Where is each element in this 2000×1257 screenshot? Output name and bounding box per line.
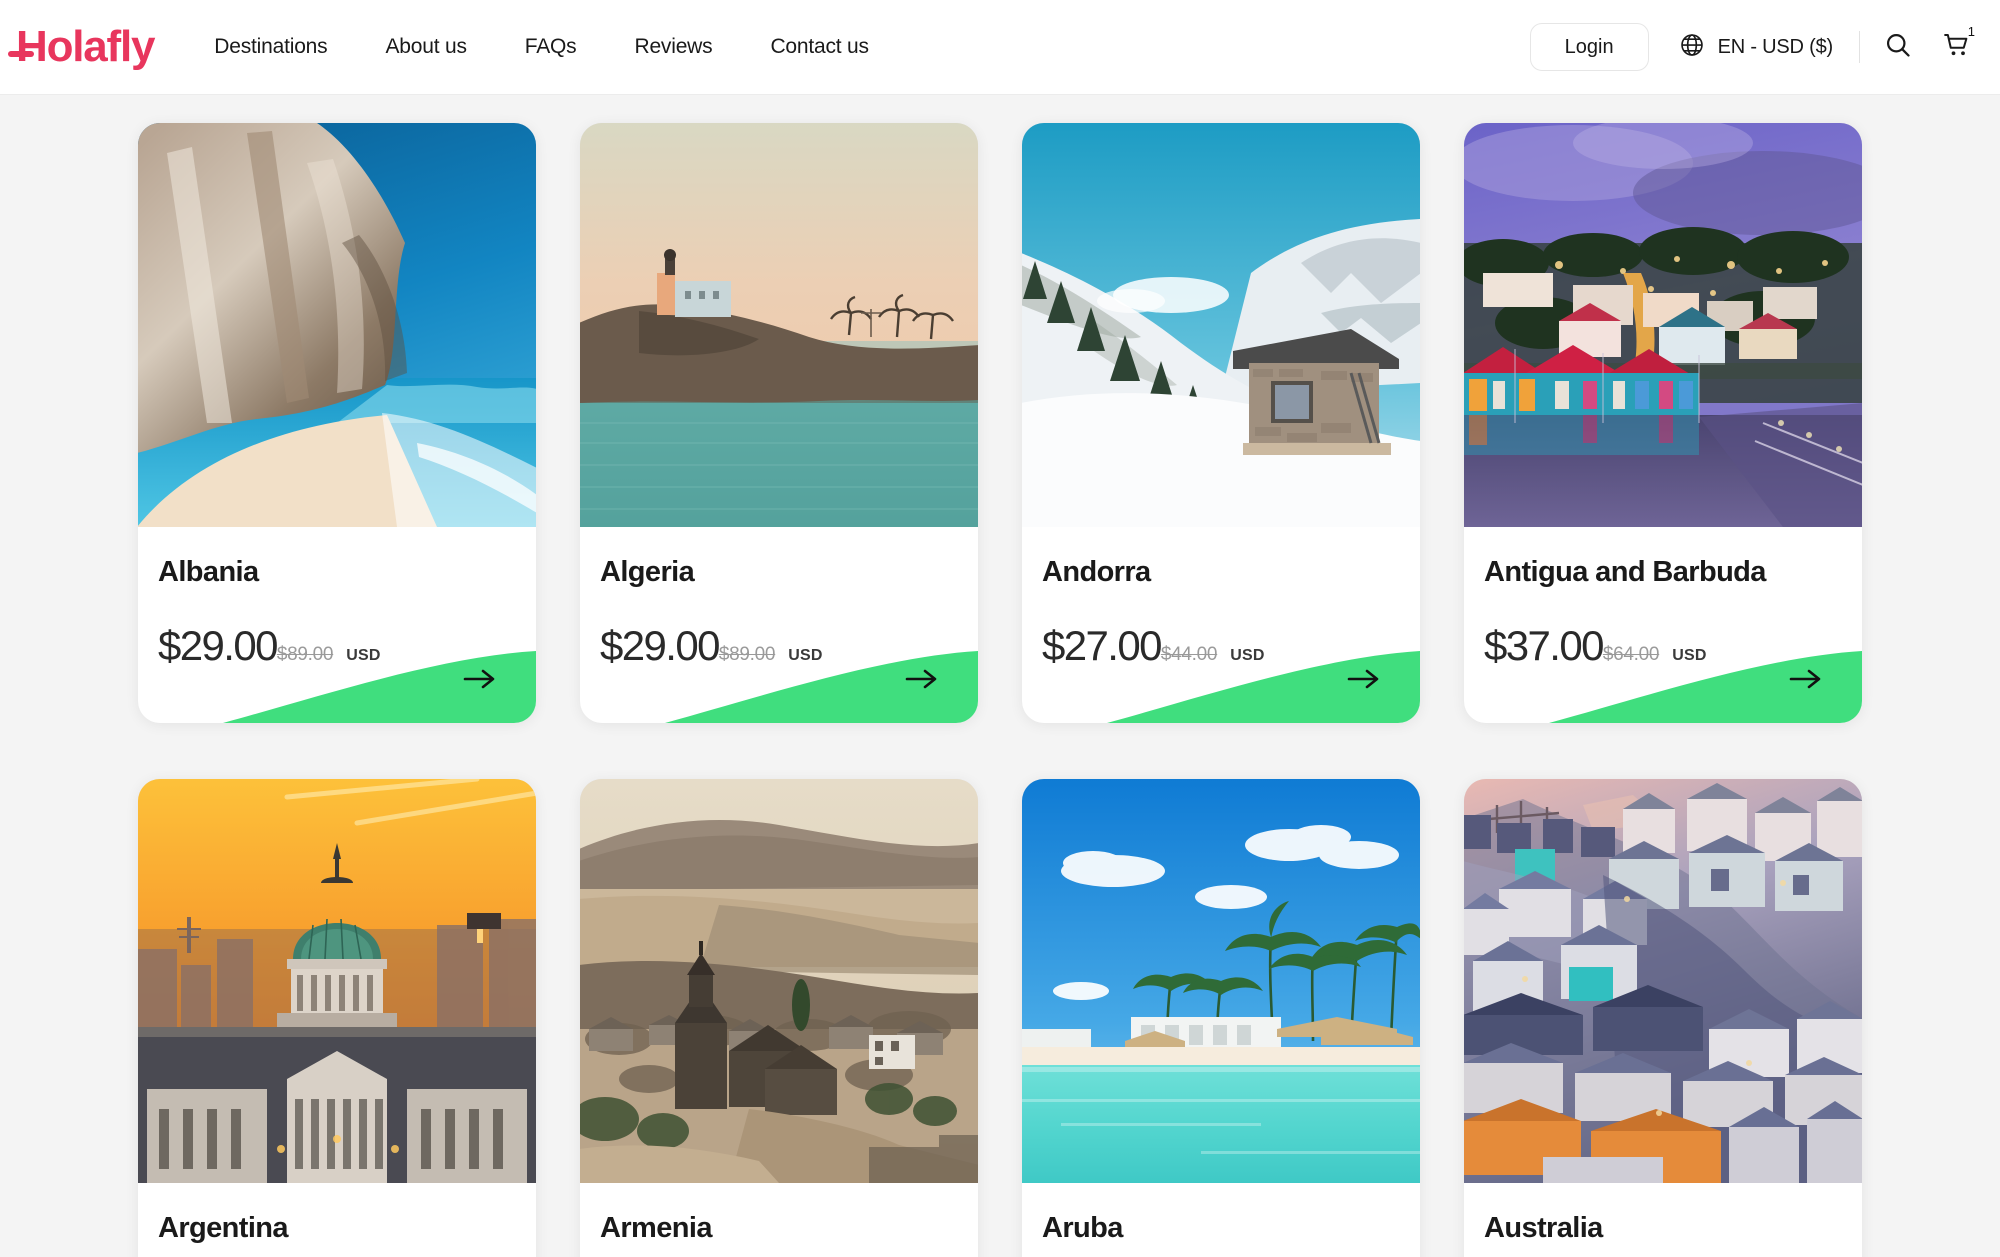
header-actions: Login EN - USD ($) 1: [1529, 23, 1975, 71]
destination-name: Aruba: [1042, 1212, 1123, 1244]
destination-name: Andorra: [1042, 556, 1151, 588]
nav-item-reviews[interactable]: Reviews: [634, 35, 712, 59]
destination-info: Australia: [1464, 1183, 1862, 1257]
cart-count-badge: 1: [1967, 23, 1975, 39]
destination-info: Albania $29.00 $89.00 USD: [138, 527, 536, 723]
destination-card[interactable]: Aruba: [1022, 779, 1420, 1257]
destination-card[interactable]: Australia: [1464, 779, 1862, 1257]
destination-card[interactable]: Albania $29.00 $89.00 USD: [138, 123, 536, 723]
arrow-right-icon[interactable]: [1788, 666, 1824, 697]
currency-label: USD: [788, 646, 823, 664]
nav-item-destinations[interactable]: Destinations: [214, 35, 327, 59]
original-price: $44.00: [1160, 643, 1218, 665]
destination-info: Algeria $29.00 $89.00 USD: [580, 527, 978, 723]
current-price: $37.00: [1484, 621, 1604, 669]
destination-image: [580, 779, 978, 1183]
nav-item-about-us[interactable]: About us: [385, 35, 466, 59]
destination-name: Algeria: [600, 556, 695, 588]
arrow-right-icon[interactable]: [462, 666, 498, 697]
arrow-right-icon[interactable]: [904, 666, 940, 697]
destination-card[interactable]: Antigua and Barbuda $37.00 $64.00 USD: [1464, 123, 1862, 723]
destination-image: [138, 123, 536, 527]
destination-card[interactable]: Armenia: [580, 779, 978, 1257]
destination-name: Antigua and Barbuda: [1484, 556, 1766, 588]
header-divider: [1859, 31, 1860, 63]
cart-button[interactable]: 1: [1942, 25, 1975, 65]
price-row: $29.00 $89.00 USD: [158, 621, 536, 669]
currency-label: USD: [346, 646, 381, 664]
destination-image: [1022, 123, 1420, 527]
locale-selector[interactable]: EN - USD ($): [1679, 32, 1833, 63]
current-price: $29.00: [158, 621, 278, 669]
destination-name: Albania: [158, 556, 259, 588]
destination-info: Andorra $27.00 $44.00 USD: [1022, 527, 1420, 723]
destination-info: Aruba: [1022, 1183, 1420, 1257]
main-navigation: Destinations About us FAQs Reviews Conta…: [214, 35, 869, 59]
original-price: $64.00: [1602, 643, 1660, 665]
search-button[interactable]: [1884, 31, 1912, 64]
destination-info: Armenia: [580, 1183, 978, 1257]
logo[interactable]: Holafly: [7, 25, 155, 69]
destination-name: Armenia: [600, 1212, 712, 1244]
destinations-grid: Albania $29.00 $89.00 USD Algeria $29.00…: [0, 95, 2000, 1257]
currency-label: USD: [1230, 646, 1265, 664]
original-price: $89.00: [718, 643, 776, 665]
destination-name: Australia: [1484, 1212, 1603, 1244]
currency-label: USD: [1672, 646, 1707, 664]
destination-card[interactable]: Argentina: [138, 779, 536, 1257]
logo-text: Holafly: [7, 25, 155, 69]
destination-info: Antigua and Barbuda $37.00 $64.00 USD: [1464, 527, 1862, 723]
price-row: $29.00 $89.00 USD: [600, 621, 978, 669]
destination-info: Argentina: [138, 1183, 536, 1257]
destination-card[interactable]: Andorra $27.00 $44.00 USD: [1022, 123, 1420, 723]
globe-icon: [1679, 32, 1705, 63]
destination-image: [138, 779, 536, 1183]
original-price: $89.00: [276, 643, 334, 665]
destination-image: [1464, 123, 1862, 527]
nav-item-contact-us[interactable]: Contact us: [770, 35, 869, 59]
login-button[interactable]: Login: [1529, 23, 1649, 71]
price-row: $27.00 $44.00 USD: [1042, 621, 1420, 669]
arrow-right-icon[interactable]: [1346, 666, 1382, 697]
destination-card[interactable]: Algeria $29.00 $89.00 USD: [580, 123, 978, 723]
destinations-page: Albania $29.00 $89.00 USD Algeria $29.00…: [0, 95, 2000, 1257]
destination-name: Argentina: [158, 1212, 289, 1244]
nav-item-faqs[interactable]: FAQs: [525, 35, 577, 59]
destination-image: [1464, 779, 1862, 1183]
price-row: $37.00 $64.00 USD: [1484, 621, 1862, 669]
search-icon: [1884, 31, 1912, 64]
site-header: Holafly Destinations About us FAQs Revie…: [0, 0, 2000, 95]
destination-image: [580, 123, 978, 527]
current-price: $27.00: [1042, 621, 1162, 669]
destination-image: [1022, 779, 1420, 1183]
locale-label: EN - USD ($): [1717, 35, 1834, 58]
current-price: $29.00: [600, 621, 720, 669]
